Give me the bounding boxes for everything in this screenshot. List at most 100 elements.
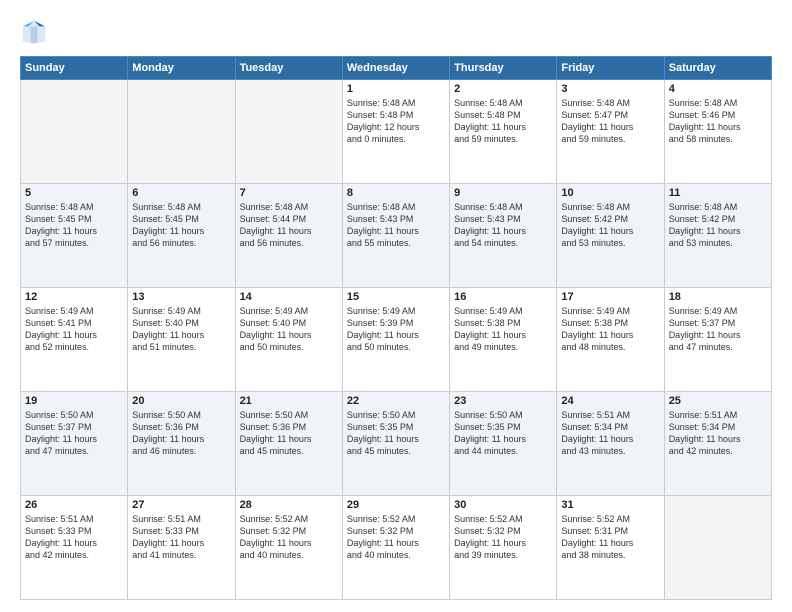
day-number: 1 — [347, 83, 445, 95]
calendar-cell: 6Sunrise: 5:48 AMSunset: 5:45 PMDaylight… — [128, 184, 235, 288]
calendar-table: SundayMondayTuesdayWednesdayThursdayFrid… — [20, 56, 772, 600]
day-number: 30 — [454, 499, 552, 511]
day-number: 28 — [240, 499, 338, 511]
calendar-cell — [664, 496, 771, 600]
calendar-cell: 15 Sunrise: 5:49 AMSunset: 5:39 PMDayligh… — [342, 288, 449, 392]
calendar-cell: 30 Sunrise: 5:52 AMSunset: 5:32 PMDayligh… — [450, 496, 557, 600]
calendar-cell: 12 Sunrise: 5:49 AMSunset: 5:41 PMDayligh… — [21, 288, 128, 392]
calendar-cell: 27 Sunrise: 5:51 AMSunset: 5:33 PMDayligh… — [128, 496, 235, 600]
day-number: 23 — [454, 395, 552, 407]
day-number: 13 — [132, 291, 230, 303]
calendar-cell: 19Sunrise: 5:50 AMSunset: 5:37 PMDayligh… — [21, 392, 128, 496]
day-number: 18 — [669, 291, 767, 303]
day-number: 11 — [669, 187, 767, 199]
day-info: Sunrise: 5:48 AMSunset: 5:43 PMDaylight:… — [454, 201, 552, 250]
day-number: 5 — [25, 187, 123, 199]
day-number: 29 — [347, 499, 445, 511]
calendar-cell: 11 Sunrise: 5:48 AMSunset: 5:42 PMDayligh… — [664, 184, 771, 288]
page: SundayMondayTuesdayWednesdayThursdayFrid… — [0, 0, 792, 612]
col-header-tuesday: Tuesday — [235, 57, 342, 80]
day-number: 6 — [132, 187, 230, 199]
col-header-saturday: Saturday — [664, 57, 771, 80]
day-info: Sunrise: 5:49 AMSunset: 5:41 PMDaylight:… — [25, 305, 123, 354]
day-info: Sunrise: 5:48 AMSunset: 5:47 PMDaylight:… — [561, 97, 659, 146]
calendar-cell: 13 Sunrise: 5:49 AMSunset: 5:40 PMDayligh… — [128, 288, 235, 392]
day-number: 7 — [240, 187, 338, 199]
day-number: 27 — [132, 499, 230, 511]
col-header-wednesday: Wednesday — [342, 57, 449, 80]
day-number: 10 — [561, 187, 659, 199]
calendar-cell: 20Sunrise: 5:50 AMSunset: 5:36 PMDayligh… — [128, 392, 235, 496]
calendar-cell: 29 Sunrise: 5:52 AMSunset: 5:32 PMDayligh… — [342, 496, 449, 600]
day-info: Sunrise: 5:49 AMSunset: 5:40 PMDaylight:… — [132, 305, 230, 354]
day-info: Sunrise: 5:48 AMSunset: 5:48 PMDaylight:… — [454, 97, 552, 146]
day-info: Sunrise: 5:50 AMSunset: 5:35 PMDaylight:… — [454, 409, 552, 458]
day-info: Sunrise: 5:48 AMSunset: 5:48 PMDaylight:… — [347, 97, 445, 146]
day-info: Sunrise: 5:51 AMSunset: 5:34 PMDaylight:… — [561, 409, 659, 458]
calendar-cell: 25 Sunrise: 5:51 AMSunset: 5:34 PMDayligh… — [664, 392, 771, 496]
calendar-cell: 16 Sunrise: 5:49 AMSunset: 5:38 PMDayligh… — [450, 288, 557, 392]
day-info: Sunrise: 5:51 AMSunset: 5:34 PMDaylight:… — [669, 409, 767, 458]
calendar-row-4: 19Sunrise: 5:50 AMSunset: 5:37 PMDayligh… — [21, 392, 772, 496]
calendar-cell: 3 Sunrise: 5:48 AMSunset: 5:47 PMDaylight… — [557, 80, 664, 184]
logo-icon — [20, 18, 48, 46]
day-info: Sunrise: 5:52 AMSunset: 5:32 PMDaylight:… — [240, 513, 338, 562]
col-header-friday: Friday — [557, 57, 664, 80]
day-number: 9 — [454, 187, 552, 199]
calendar-cell: 17 Sunrise: 5:49 AMSunset: 5:38 PMDayligh… — [557, 288, 664, 392]
day-number: 4 — [669, 83, 767, 95]
day-info: Sunrise: 5:48 AMSunset: 5:44 PMDaylight:… — [240, 201, 338, 250]
calendar-cell: 1 Sunrise: 5:48 AMSunset: 5:48 PMDaylight… — [342, 80, 449, 184]
day-number: 22 — [347, 395, 445, 407]
day-number: 15 — [347, 291, 445, 303]
col-header-monday: Monday — [128, 57, 235, 80]
day-number: 19 — [25, 395, 123, 407]
day-info: Sunrise: 5:49 AMSunset: 5:38 PMDaylight:… — [561, 305, 659, 354]
day-number: 24 — [561, 395, 659, 407]
calendar-cell: 4 Sunrise: 5:48 AMSunset: 5:46 PMDaylight… — [664, 80, 771, 184]
col-header-thursday: Thursday — [450, 57, 557, 80]
day-info: Sunrise: 5:52 AMSunset: 5:31 PMDaylight:… — [561, 513, 659, 562]
calendar-cell: 2 Sunrise: 5:48 AMSunset: 5:48 PMDaylight… — [450, 80, 557, 184]
calendar-cell: 22 Sunrise: 5:50 AMSunset: 5:35 PMDayligh… — [342, 392, 449, 496]
day-number: 8 — [347, 187, 445, 199]
calendar-cell — [21, 80, 128, 184]
day-info: Sunrise: 5:51 AMSunset: 5:33 PMDaylight:… — [132, 513, 230, 562]
calendar-row-5: 26 Sunrise: 5:51 AMSunset: 5:33 PMDayligh… — [21, 496, 772, 600]
day-info: Sunrise: 5:50 AMSunset: 5:36 PMDaylight:… — [240, 409, 338, 458]
day-number: 12 — [25, 291, 123, 303]
calendar-cell — [128, 80, 235, 184]
day-number: 14 — [240, 291, 338, 303]
day-number: 17 — [561, 291, 659, 303]
day-info: Sunrise: 5:48 AMSunset: 5:42 PMDaylight:… — [669, 201, 767, 250]
day-number: 25 — [669, 395, 767, 407]
day-info: Sunrise: 5:52 AMSunset: 5:32 PMDaylight:… — [454, 513, 552, 562]
day-info: Sunrise: 5:50 AMSunset: 5:35 PMDaylight:… — [347, 409, 445, 458]
header — [20, 18, 772, 46]
calendar-cell — [235, 80, 342, 184]
calendar-cell: 21 Sunrise: 5:50 AMSunset: 5:36 PMDayligh… — [235, 392, 342, 496]
day-number: 2 — [454, 83, 552, 95]
calendar-cell: 23 Sunrise: 5:50 AMSunset: 5:35 PMDayligh… — [450, 392, 557, 496]
day-info: Sunrise: 5:48 AMSunset: 5:46 PMDaylight:… — [669, 97, 767, 146]
calendar-cell: 24 Sunrise: 5:51 AMSunset: 5:34 PMDayligh… — [557, 392, 664, 496]
calendar-cell: 18 Sunrise: 5:49 AMSunset: 5:37 PMDayligh… — [664, 288, 771, 392]
calendar-cell: 31Sunrise: 5:52 AMSunset: 5:31 PMDayligh… — [557, 496, 664, 600]
day-number: 16 — [454, 291, 552, 303]
day-number: 20 — [132, 395, 230, 407]
calendar-cell: 28 Sunrise: 5:52 AMSunset: 5:32 PMDayligh… — [235, 496, 342, 600]
day-info: Sunrise: 5:49 AMSunset: 5:37 PMDaylight:… — [669, 305, 767, 354]
day-number: 3 — [561, 83, 659, 95]
day-info: Sunrise: 5:51 AMSunset: 5:33 PMDaylight:… — [25, 513, 123, 562]
calendar-cell: 8Sunrise: 5:48 AMSunset: 5:43 PMDaylight… — [342, 184, 449, 288]
day-info: Sunrise: 5:52 AMSunset: 5:32 PMDaylight:… — [347, 513, 445, 562]
day-number: 26 — [25, 499, 123, 511]
calendar-row-3: 12 Sunrise: 5:49 AMSunset: 5:41 PMDayligh… — [21, 288, 772, 392]
day-number: 21 — [240, 395, 338, 407]
day-info: Sunrise: 5:49 AMSunset: 5:38 PMDaylight:… — [454, 305, 552, 354]
calendar-cell: 26 Sunrise: 5:51 AMSunset: 5:33 PMDayligh… — [21, 496, 128, 600]
calendar-cell: 5 Sunrise: 5:48 AMSunset: 5:45 PMDaylight… — [21, 184, 128, 288]
calendar-row-2: 5 Sunrise: 5:48 AMSunset: 5:45 PMDaylight… — [21, 184, 772, 288]
day-info: Sunrise: 5:48 AMSunset: 5:45 PMDaylight:… — [25, 201, 123, 250]
day-info: Sunrise: 5:49 AMSunset: 5:39 PMDaylight:… — [347, 305, 445, 354]
